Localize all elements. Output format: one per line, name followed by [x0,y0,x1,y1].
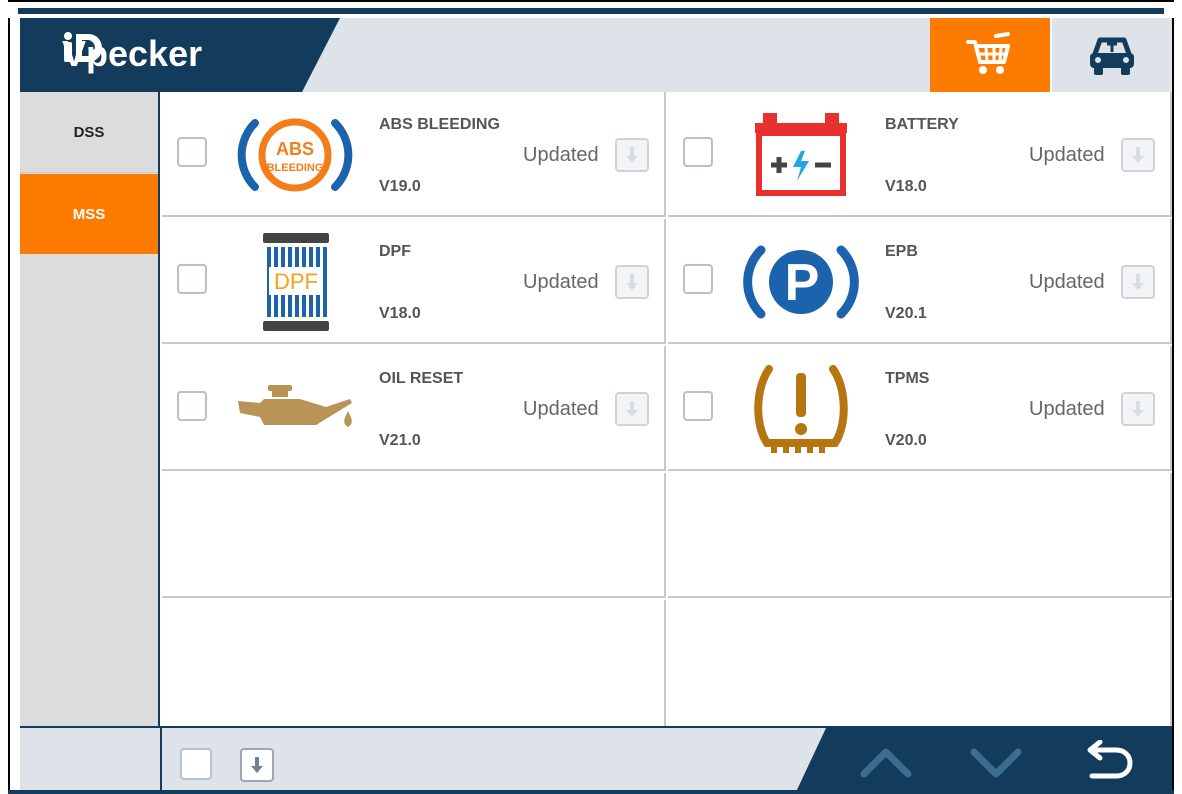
chevron-up-icon [860,748,912,778]
shop-cart-button[interactable] [930,18,1050,92]
logo-area: Vpecker [20,18,340,92]
page-down-button[interactable] [970,742,1022,782]
update-status: Updated [523,144,599,166]
select-checkbox[interactable] [683,264,713,294]
battery-icon [736,102,866,207]
empty-slot [668,473,1172,598]
shopping-cart-icon [966,32,1010,74]
bleeding-label: BLEEDING [267,162,324,174]
download-button[interactable] [1121,265,1155,299]
function-name: ABS BLEEDING [379,116,500,133]
function-name: BATTERY [885,116,959,133]
select-all-checkbox[interactable] [180,748,212,780]
select-checkbox[interactable] [177,391,207,421]
brand-mark-icon [64,32,102,62]
dpf-label: DPF [274,269,318,294]
function-card-oil-reset: OIL RESET V21.0 Updated [162,346,666,471]
sidebar-item-label: MSS [72,205,106,223]
empty-slot [162,473,666,598]
select-checkbox[interactable] [683,391,713,421]
function-grid: ABS BLEEDING ABS BLEEDING V19.0 Updated … [162,92,1172,726]
function-version: V20.1 [885,305,927,322]
download-arrow-icon [1132,401,1144,417]
function-card-tpms: TPMS V20.0 Updated [668,346,1172,471]
download-button[interactable] [615,392,649,426]
update-status: Updated [523,271,599,293]
bottom-strip [8,790,1174,794]
header-bar: Vpecker [20,18,1172,92]
download-button[interactable] [1121,392,1155,426]
update-status: Updated [1029,144,1105,166]
function-card-dpf: DPF DPF V18.0 Updated [162,219,666,344]
category-sidebar: DSS MSS [20,92,160,726]
parking-brake-icon: P [736,229,866,334]
sidebar-item-dss[interactable]: DSS [20,92,158,173]
function-name: EPB [885,243,918,260]
function-version: V18.0 [379,305,421,322]
function-version: V21.0 [379,432,421,449]
update-status: Updated [1029,271,1105,293]
return-icon [1087,739,1133,779]
abs-bleeding-icon: ABS BLEEDING [230,102,360,207]
function-version: V18.0 [885,178,927,195]
download-arrow-icon [251,757,263,773]
download-arrow-icon [626,401,638,417]
update-status: Updated [1029,398,1105,420]
download-button[interactable] [1121,138,1155,172]
p-label: P [785,254,820,312]
footer-bar [20,726,1172,790]
function-name: DPF [379,243,411,260]
download-arrow-icon [626,147,638,163]
function-card-battery: BATTERY V18.0 Updated [668,92,1172,217]
sidebar-item-label: DSS [73,123,105,141]
brand-logo: Vpecker [62,30,202,78]
page-up-button[interactable] [860,742,912,782]
select-checkbox[interactable] [683,137,713,167]
back-button[interactable] [1080,739,1136,784]
footer-divider [160,728,162,790]
update-status: Updated [523,398,599,420]
function-version: V19.0 [379,178,421,195]
empty-slot [162,600,666,726]
select-checkbox[interactable] [177,137,207,167]
dpf-filter-icon: DPF [230,229,360,334]
download-button[interactable] [615,265,649,299]
empty-slot [668,600,1172,726]
car-service-icon [1090,37,1134,75]
vehicle-service-button[interactable] [1052,18,1172,92]
download-arrow-icon [1132,147,1144,163]
function-card-epb: P EPB V20.1 Updated [668,219,1172,344]
download-arrow-icon [626,274,638,290]
function-version: V20.0 [885,432,927,449]
download-arrow-icon [1132,274,1144,290]
sidebar-item-mss[interactable]: MSS [20,174,158,254]
top-strip [8,0,1174,18]
abs-label: ABS [276,139,314,159]
function-name: TPMS [885,370,930,387]
tire-pressure-icon [736,356,866,461]
oil-can-icon [230,356,360,461]
function-name: OIL RESET [379,370,464,387]
select-checkbox[interactable] [177,264,207,294]
function-card-abs-bleeding: ABS BLEEDING ABS BLEEDING V19.0 Updated [162,92,666,217]
chevron-down-icon [970,748,1022,778]
download-all-button[interactable] [240,748,274,782]
download-button[interactable] [615,138,649,172]
